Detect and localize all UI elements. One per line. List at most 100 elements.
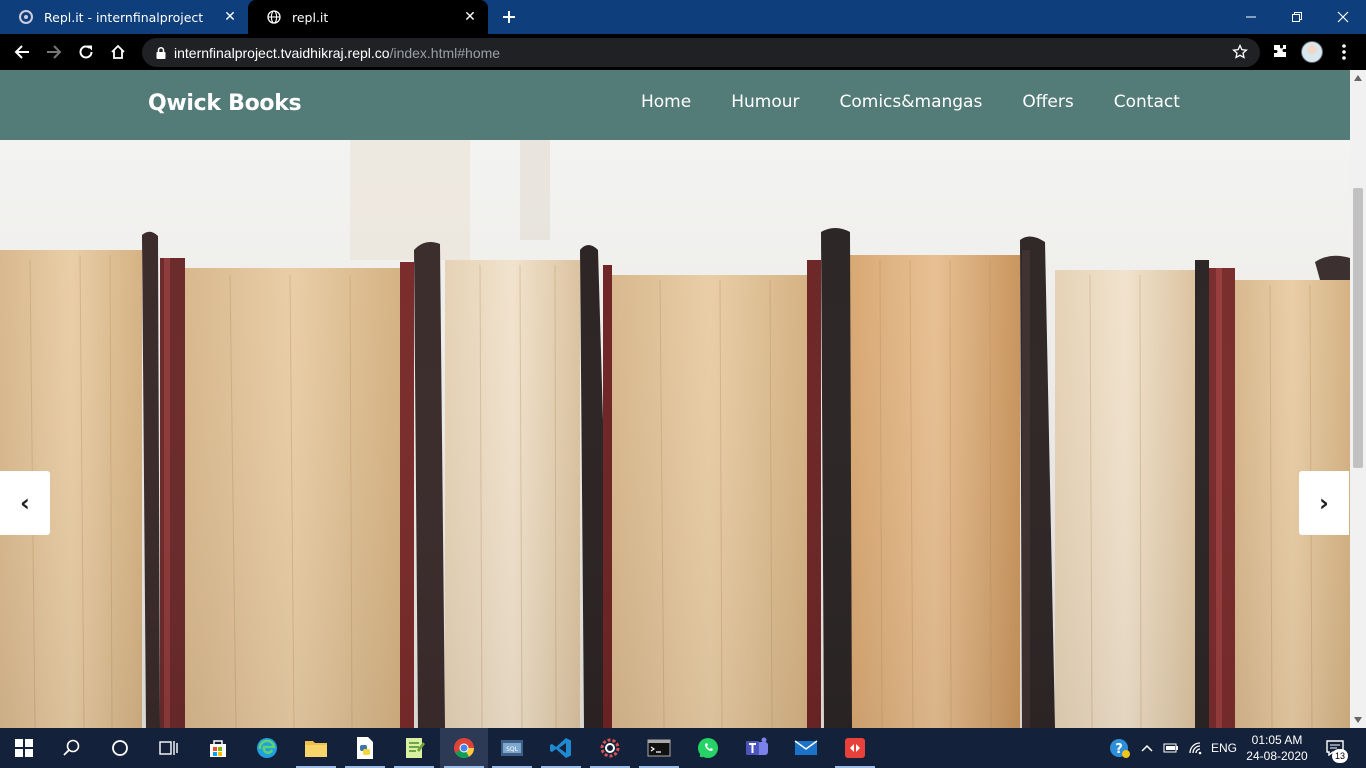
language-indicator[interactable]: ENG (1208, 728, 1240, 768)
taskbar-vscode[interactable] (537, 728, 585, 768)
back-button[interactable] (6, 36, 38, 68)
notepad-icon (406, 738, 425, 758)
arrow-right-icon (47, 45, 62, 59)
teams-icon (746, 737, 768, 755)
store-icon (210, 740, 226, 757)
replit-icon (18, 9, 34, 25)
nav-offers[interactable]: Offers (1022, 92, 1073, 112)
lock-icon (156, 46, 166, 59)
url-path: /index.html#home (389, 44, 501, 61)
tab-repl-it[interactable]: repl.it ✕ (248, 0, 488, 34)
nav-comics-mangas[interactable]: Comics&mangas (840, 92, 983, 112)
task-view-icon (159, 741, 178, 755)
folder-icon (305, 741, 327, 757)
scroll-down-arrow-icon[interactable] (1350, 712, 1366, 728)
taskbar-settings[interactable] (586, 728, 634, 768)
taskbar-mail[interactable] (782, 728, 830, 768)
battery-icon[interactable] (1160, 728, 1182, 768)
site-nav: Home Humour Comics&mangas Offers Contact (641, 92, 1220, 112)
minimize-icon (1246, 16, 1256, 18)
chrome-icon (454, 738, 475, 759)
page-scrollbar[interactable] (1350, 70, 1366, 728)
close-tab-icon[interactable]: ✕ (462, 9, 478, 25)
gear-icon (600, 738, 620, 758)
taskbar-teams[interactable] (733, 728, 781, 768)
site-brand[interactable]: Qwick Books (148, 91, 302, 116)
search-button[interactable] (48, 728, 96, 768)
start-button[interactable] (0, 728, 48, 768)
taskbar-sql[interactable]: SQL (488, 728, 536, 768)
taskbar-clock[interactable]: 01:05 AM 24-08-2020 (1244, 732, 1310, 764)
close-icon (1337, 11, 1349, 23)
page-viewport: Qwick Books Home Humour Comics&mangas Of… (0, 70, 1350, 728)
task-view-button[interactable] (144, 728, 192, 768)
profile-avatar[interactable] (1301, 41, 1323, 63)
tab-title: Repl.it - internfinalproject (44, 9, 204, 25)
close-window-button[interactable] (1320, 0, 1366, 34)
git-icon (845, 738, 865, 758)
show-hidden-icons-chevron-icon[interactable] (1138, 728, 1156, 768)
python-file-icon (357, 737, 373, 759)
vscode-icon (550, 738, 571, 758)
reload-button[interactable] (70, 36, 102, 68)
edge-icon (257, 738, 277, 758)
minimize-button[interactable] (1228, 0, 1274, 34)
database-icon: SQL (501, 740, 523, 756)
notification-count-badge: 13 (1332, 749, 1348, 763)
forward-button[interactable] (38, 36, 70, 68)
close-tab-icon[interactable]: ✕ (222, 9, 238, 25)
mail-icon (794, 740, 818, 755)
globe-icon (266, 9, 282, 25)
taskbar-git[interactable] (831, 728, 879, 768)
help-tray-icon[interactable]: ? (1106, 728, 1134, 768)
arrow-left-icon (14, 45, 29, 59)
new-tab-button[interactable] (496, 5, 522, 29)
restore-icon (1292, 12, 1302, 22)
carousel-prev-button[interactable]: ‹ (0, 471, 50, 535)
svg-text:SQL: SQL (506, 746, 519, 753)
tab-title: repl.it (292, 9, 329, 25)
clock-date: 24-08-2020 (1246, 749, 1308, 763)
home-button[interactable] (102, 36, 134, 68)
home-icon (111, 44, 125, 59)
books-image (0, 140, 1350, 728)
svg-text:?: ? (1115, 742, 1123, 757)
carousel-next-button[interactable]: › (1299, 471, 1349, 535)
windows-icon (15, 739, 33, 757)
cortana-icon (112, 740, 128, 756)
address-bar[interactable]: internfinalproject.tvaidhikraj.repl.co/i… (142, 38, 1260, 67)
taskbar-notepad-plus-plus[interactable] (390, 728, 438, 768)
taskbar-python[interactable] (341, 728, 389, 768)
reload-icon (79, 45, 93, 59)
plus-icon (503, 11, 515, 23)
cortana-button[interactable] (96, 728, 144, 768)
scroll-up-arrow-icon[interactable] (1350, 70, 1366, 86)
search-icon (63, 739, 80, 756)
tab-replit[interactable]: Repl.it - internfinalproject ✕ (0, 0, 248, 34)
taskbar-file-explorer[interactable] (292, 728, 340, 768)
taskbar-whatsapp[interactable] (684, 728, 732, 768)
url-text: internfinalproject.tvaidhikraj.repl.co/i… (174, 45, 500, 61)
whatsapp-icon (698, 738, 718, 758)
more-menu-icon[interactable] (1336, 42, 1352, 62)
nav-humour[interactable]: Humour (731, 92, 799, 112)
restore-button[interactable] (1274, 0, 1320, 34)
taskbar-store[interactable] (194, 728, 242, 768)
browser-tab-strip: Repl.it - internfinalproject ✕ repl.it ✕ (0, 0, 1366, 34)
site-header: Qwick Books Home Humour Comics&mangas Of… (0, 70, 1350, 140)
taskbar-chrome[interactable] (440, 728, 488, 768)
windows-taskbar: SQL ? ENG 01:05 AM 24-08-2020 (0, 728, 1366, 768)
wifi-icon[interactable] (1185, 728, 1207, 768)
window-controls (1228, 0, 1366, 34)
nav-home[interactable]: Home (641, 92, 691, 112)
url-host: internfinalproject.tvaidhikraj.repl.co (174, 44, 390, 61)
taskbar-edge[interactable] (243, 728, 291, 768)
hero-carousel: ‹ › (0, 140, 1350, 728)
terminal-icon (647, 739, 671, 757)
clock-time: 01:05 AM (1251, 733, 1303, 747)
bookmark-star-icon[interactable] (1232, 44, 1248, 60)
scroll-thumb[interactable] (1353, 188, 1363, 468)
taskbar-terminal[interactable] (635, 728, 683, 768)
nav-contact[interactable]: Contact (1114, 92, 1180, 112)
extensions-icon[interactable] (1270, 42, 1290, 62)
